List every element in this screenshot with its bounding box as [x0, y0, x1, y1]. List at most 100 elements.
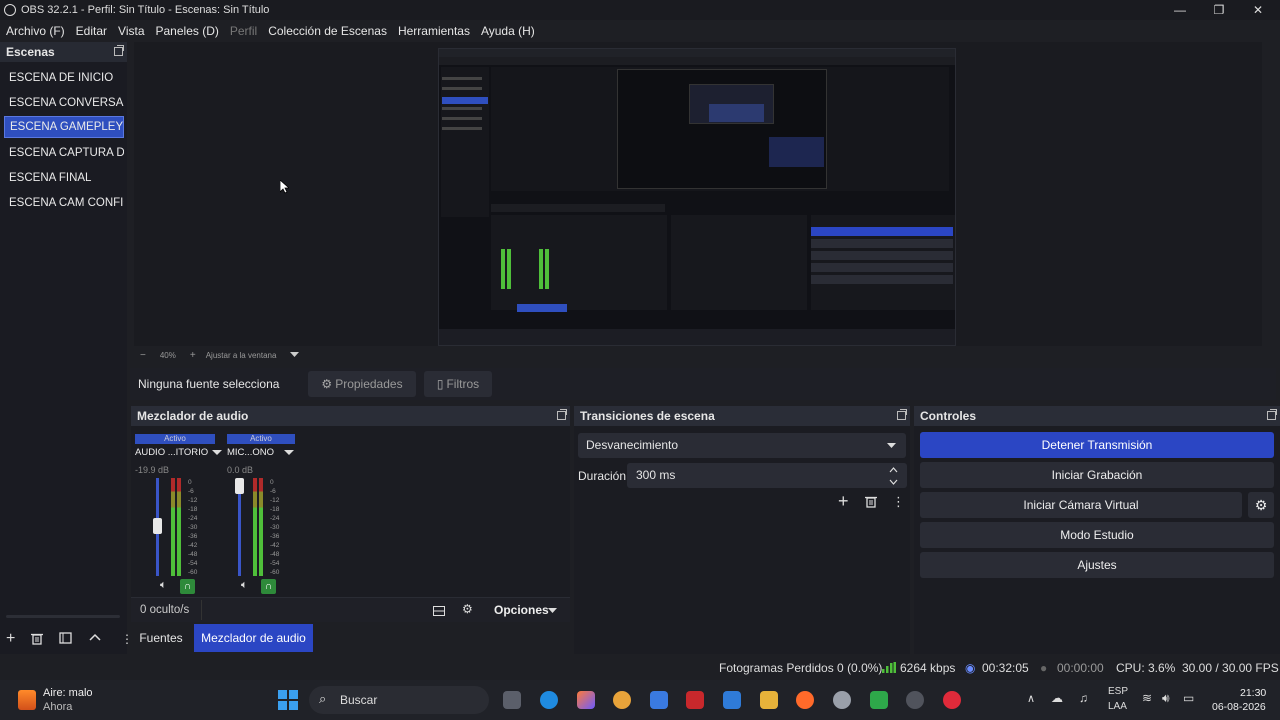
chevron-up-icon[interactable]: ∧: [1027, 692, 1035, 705]
scene-item-selected[interactable]: ESCENA GAMEPLEY: [4, 116, 124, 138]
undock-icon[interactable]: [1267, 409, 1277, 420]
transition-value: Desvanecimiento: [586, 438, 679, 452]
zoom-out-button[interactable]: −: [140, 350, 146, 361]
virtual-camera-settings-gear-icon[interactable]: ⚙: [1248, 492, 1274, 518]
undock-icon[interactable]: [557, 409, 567, 420]
bitrate-signal-icon: [882, 662, 896, 673]
scene-item[interactable]: ESCENA CONVERSANDO: [4, 92, 124, 114]
scene-item[interactable]: ESCENA CAM CONFIGU: [4, 192, 124, 214]
obs-taskbar-icon[interactable]: [906, 691, 924, 709]
audio-channel: Activo AUDIO ...ITORIO -19.9 dB 0 -6 -12 -1…: [135, 434, 222, 594]
menu-paneles[interactable]: Paneles (D): [156, 24, 219, 38]
zoom-dropdown-icon[interactable]: [290, 352, 300, 358]
transition-menu-icon[interactable]: ⋮: [892, 494, 905, 510]
record-app-icon[interactable]: [943, 691, 961, 709]
volume-slider-handle[interactable]: [235, 478, 244, 494]
record-status-icon: ●: [1040, 661, 1048, 675]
play-app-icon[interactable]: [870, 691, 888, 709]
volume-slider-handle[interactable]: [153, 518, 162, 534]
delete-transition-icon[interactable]: [865, 495, 877, 508]
shield-app-icon[interactable]: [686, 691, 704, 709]
cloud-icon[interactable]: ☁: [1051, 691, 1063, 705]
headphones-icon[interactable]: ∩: [261, 579, 276, 594]
filters-label: Filtros: [446, 377, 480, 391]
headphones-icon[interactable]: ∩: [180, 579, 195, 594]
firefox-icon[interactable]: [796, 691, 814, 709]
microphone-icon[interactable]: ♫: [1079, 691, 1088, 705]
channel-menu-caret-icon[interactable]: [212, 450, 222, 455]
weather-status[interactable]: Aire: malo: [43, 687, 93, 699]
studio-mode-button[interactable]: Modo Estudio: [920, 522, 1274, 548]
scenes-scrollbar[interactable]: [6, 615, 120, 618]
zoom-in-button[interactable]: +: [190, 350, 196, 361]
windows-start-icon[interactable]: [278, 690, 298, 710]
scene-item[interactable]: ESCENA FINAL: [4, 167, 124, 189]
cpu-usage: CPU: 3.6%: [1116, 661, 1176, 675]
stop-streaming-button[interactable]: Detener Transmisión: [920, 432, 1274, 458]
level-meter-left: [253, 478, 257, 576]
layout-toggle-icon[interactable]: [433, 606, 445, 616]
preview-canvas[interactable]: [134, 42, 1262, 346]
wifi-icon[interactable]: ≋: [1142, 691, 1152, 705]
clock-time[interactable]: 21:30: [1240, 687, 1266, 699]
scene-item[interactable]: ESCENA DE INICIO: [4, 67, 124, 89]
language-primary[interactable]: ESP: [1108, 686, 1128, 697]
add-scene-icon[interactable]: +: [6, 630, 15, 648]
tab-mezclador[interactable]: Mezclador de audio: [194, 624, 313, 652]
add-transition-icon[interactable]: +: [838, 491, 849, 512]
menu-bar: Archivo (F) Editar Vista Paneles (D) Per…: [0, 20, 1280, 42]
move-scene-up-icon[interactable]: [89, 633, 101, 641]
menu-archivo[interactable]: Archivo (F): [6, 24, 65, 38]
channel-name: MIC...ONO: [227, 447, 274, 458]
duration-label: Duración: [578, 469, 627, 483]
discord-icon[interactable]: [833, 691, 851, 709]
menu-vista[interactable]: Vista: [118, 24, 144, 38]
delete-scene-icon[interactable]: [31, 632, 43, 645]
menu-coleccion-escenas[interactable]: Colección de Escenas: [268, 24, 387, 38]
menu-perfil[interactable]: Perfil: [230, 24, 257, 38]
speaker-icon[interactable]: 🔈︎: [160, 579, 167, 592]
copilot-icon[interactable]: [577, 691, 595, 709]
start-recording-button[interactable]: Iniciar Grabación: [920, 462, 1274, 488]
task-view-icon[interactable]: [503, 691, 521, 709]
menu-herramientas[interactable]: Herramientas: [398, 24, 470, 38]
zoom-value: 40%: [159, 350, 176, 360]
level-meter-right: [177, 478, 181, 576]
duration-spinbox[interactable]: 300 ms: [627, 463, 907, 488]
controls-title: Controles: [920, 409, 977, 423]
undock-icon[interactable]: [114, 45, 124, 56]
volume-icon[interactable]: 🔊︎: [1162, 691, 1170, 706]
properties-button[interactable]: ⚙ Propiedades: [308, 371, 416, 397]
options-caret-icon[interactable]: [548, 608, 557, 614]
advanced-audio-icon[interactable]: ⚙: [462, 602, 473, 616]
filters-button[interactable]: ▯ Filtros: [424, 371, 492, 397]
undock-icon[interactable]: [897, 409, 907, 420]
store-icon[interactable]: [650, 691, 668, 709]
chrome-icon[interactable]: [613, 691, 631, 709]
scene-item[interactable]: ESCENA CAPTURA DE P: [4, 142, 124, 164]
start-virtual-camera-button[interactable]: Iniciar Cámara Virtual: [920, 492, 1242, 518]
fit-to-window[interactable]: Ajustar a la ventana: [206, 351, 277, 360]
battery-icon[interactable]: ▭: [1183, 691, 1194, 705]
scene-filters-icon[interactable]: [59, 632, 72, 644]
mail-icon[interactable]: [723, 691, 741, 709]
weather-icon[interactable]: [18, 690, 36, 710]
settings-button[interactable]: Ajustes: [920, 552, 1274, 578]
spin-arrows-icon[interactable]: [889, 466, 898, 486]
scenes-dock: Escenas ESCENA DE INICIO ESCENA CONVERSA…: [0, 42, 133, 654]
minimize-button[interactable]: —: [1160, 0, 1200, 20]
menu-editar[interactable]: Editar: [76, 24, 107, 38]
channel-menu-caret-icon[interactable]: [284, 450, 294, 455]
edge-icon[interactable]: [540, 691, 558, 709]
speaker-icon[interactable]: 🔈︎: [241, 579, 248, 592]
mixer-options-button[interactable]: Opciones: [494, 603, 549, 617]
transition-select[interactable]: Desvanecimiento: [578, 433, 906, 458]
level-meter-right: [259, 478, 263, 576]
scenes-dock-title: Escenas: [0, 42, 127, 62]
close-button[interactable]: ✕: [1238, 0, 1278, 20]
maximize-button[interactable]: ❐: [1199, 0, 1239, 20]
menu-ayuda[interactable]: Ayuda (H): [481, 24, 535, 38]
tab-fuentes[interactable]: Fuentes: [131, 624, 191, 652]
file-explorer-icon[interactable]: [760, 691, 778, 709]
search-box[interactable]: ⌕ Buscar: [309, 686, 489, 714]
